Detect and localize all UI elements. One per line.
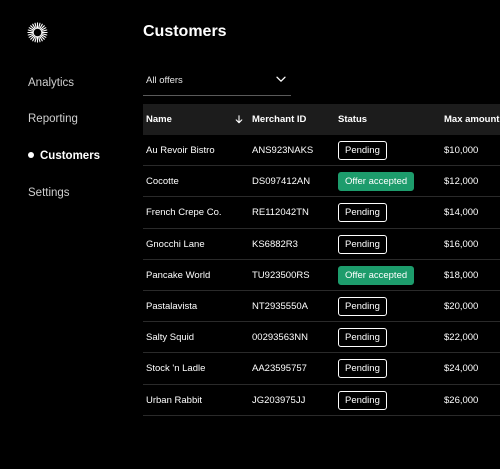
table-row[interactable]: Salty Squid 00293563NN Pending $22,000	[143, 322, 500, 354]
nav-item-label: Settings	[28, 187, 70, 199]
cell-merchant-id: JG203975JJ	[252, 394, 306, 406]
cell-name: Salty Squid	[146, 332, 195, 344]
table-row[interactable]: Pastalavista NT2935550A Pending $20,000	[143, 291, 500, 323]
status-badge: Offer accepted	[338, 265, 415, 285]
cell-max-amount: $20,000	[444, 300, 479, 312]
status-badge: Pending	[338, 359, 387, 379]
status-badge: Pending	[338, 203, 387, 223]
table-row[interactable]: Stock 'n Ladle AA23595757 Pending $24,000	[143, 353, 500, 385]
status-badge: Pending	[338, 234, 387, 254]
cell-max-amount: $10,000	[444, 145, 479, 156]
chevron-down-icon	[276, 76, 286, 82]
nav-item-customers[interactable]: Customers	[28, 150, 100, 162]
status-badge: Pending	[338, 296, 387, 316]
customers-table: Name Merchant ID Status Max amount Au Re…	[143, 104, 500, 416]
column-header-merchant-id[interactable]: Merchant ID	[252, 114, 306, 125]
status-badge: Pending	[338, 141, 387, 160]
column-header-max-amount[interactable]: Max amount	[444, 114, 499, 125]
table-row[interactable]: Cocotte DS097412AN Offer accepted $12,000	[143, 166, 500, 198]
cell-name: Au Revoir Bistro	[146, 145, 215, 156]
sort-down-arrow-icon[interactable]	[235, 115, 243, 124]
status-badge: Pending	[338, 328, 387, 348]
cell-name: Cocotte	[146, 176, 179, 188]
nav-item-label: Analytics	[28, 77, 75, 89]
filter-selected-value: All offers	[146, 75, 183, 86]
cell-max-amount: $16,000	[444, 238, 479, 250]
cell-max-amount: $22,000	[444, 332, 479, 344]
table-body: Au Revoir Bistro ANS923NAKS Pending $10,000…	[143, 135, 500, 416]
cell-max-amount: $12,000	[444, 176, 479, 188]
app-root: Analytics Reporting Customers Settings C…	[0, 0, 500, 469]
table-row[interactable]: French Crepe Co. RE112042TN Pending $14,000	[143, 197, 500, 229]
nav-item-reporting[interactable]: Reporting	[28, 113, 78, 125]
cell-merchant-id: DS097412AN	[252, 176, 311, 188]
nav-item-analytics[interactable]: Analytics	[28, 77, 74, 89]
cell-merchant-id: TU923500RS	[252, 269, 310, 281]
nav-item-label: Reporting	[28, 113, 78, 125]
cell-max-amount: $18,000	[444, 269, 479, 281]
cell-max-amount: $26,000	[444, 394, 479, 406]
sunburst-logo-icon	[27, 22, 48, 43]
cell-name: Gnocchi Lane	[146, 238, 205, 250]
cell-name: Urban Rabbit	[146, 394, 202, 406]
table-row[interactable]: Au Revoir Bistro ANS923NAKS Pending $10,000	[143, 135, 500, 167]
cell-name: Pastalavista	[146, 300, 198, 312]
status-badge: Pending	[338, 390, 387, 410]
cell-merchant-id: AA23595757	[252, 363, 307, 375]
cell-merchant-id: RE112042TN	[252, 207, 309, 219]
cell-merchant-id: ANS923NAKS	[252, 145, 314, 156]
status-badge: Offer accepted	[338, 172, 415, 192]
cell-name: French Crepe Co.	[146, 207, 222, 219]
cell-merchant-id: 00293563NN	[252, 332, 308, 344]
nav-item-label: Customers	[40, 150, 101, 162]
cell-name: Stock 'n Ladle	[146, 363, 206, 375]
table-row[interactable]: Urban Rabbit JG203975JJ Pending $26,000	[143, 385, 500, 416]
column-header-name[interactable]: Name	[146, 114, 172, 125]
page-title: Customers	[143, 23, 227, 40]
table-row[interactable]: Gnocchi Lane KS6882R3 Pending $16,000	[143, 229, 500, 260]
active-dot-icon	[28, 151, 34, 158]
table-row[interactable]: Pancake World TU923500RS Offer accepted $18…	[143, 260, 500, 291]
cell-max-amount: $14,000	[444, 207, 479, 219]
nav-item-settings[interactable]: Settings	[28, 187, 70, 199]
cell-name: Pancake World	[146, 269, 211, 281]
cell-merchant-id: KS6882R3	[252, 238, 298, 250]
cell-max-amount: $24,000	[444, 363, 479, 375]
offers-filter-dropdown[interactable]: All offers	[143, 68, 291, 96]
cell-merchant-id: NT2935550A	[252, 300, 308, 312]
column-header-status[interactable]: Status	[338, 114, 367, 125]
table-header: Name Merchant ID Status Max amount	[143, 104, 500, 135]
